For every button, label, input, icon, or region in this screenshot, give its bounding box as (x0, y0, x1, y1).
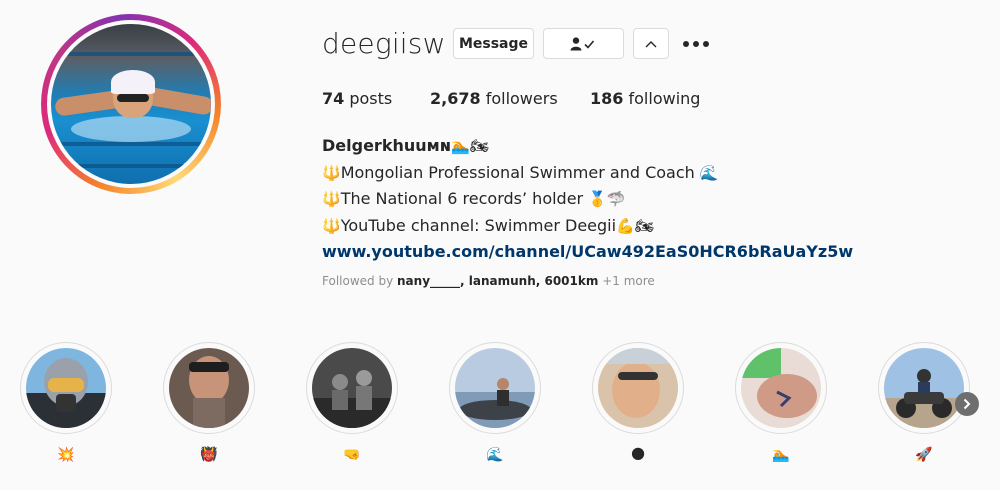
bio-line: 🔱The National 6 records’ holder 🥇🦈 (322, 189, 626, 208)
story-highlight[interactable]: 🌊 (449, 342, 541, 463)
profile-bio: Delgerkhuuᴍɴ🏊🏍 🔱Mongolian Professional S… (322, 133, 853, 265)
highlight-cover (26, 348, 106, 428)
chevron-up-icon (645, 40, 657, 47)
highlight-cover (169, 348, 249, 428)
highlight-label: 💥 (57, 447, 75, 463)
highlight-cover (598, 348, 678, 428)
following-count[interactable]: 186 following (590, 89, 700, 108)
story-highlight[interactable]: 👹 (163, 342, 255, 463)
highlight-label: 🤜 (343, 447, 361, 463)
story-highlight[interactable]: 🤜 (306, 342, 398, 463)
highlight-cover (884, 348, 964, 428)
story-highlight[interactable]: 🌑 (592, 342, 684, 463)
highlight-label: 🌊 (486, 447, 504, 463)
following-button[interactable] (543, 28, 624, 59)
highlight-cover (455, 348, 535, 428)
profile-avatar[interactable] (41, 14, 221, 194)
story-highlight[interactable]: 🏊 (735, 342, 827, 463)
person-check-icon (570, 36, 594, 50)
suggested-accounts-button[interactable] (633, 28, 669, 59)
story-highlight[interactable]: 💥 (20, 342, 112, 463)
bio-link[interactable]: www.youtube.com/channel/UCaw492EaS0HCR6b… (322, 242, 853, 261)
highlight-cover (312, 348, 392, 428)
highlight-label: 👹 (200, 447, 218, 463)
chevron-right-icon[interactable] (955, 392, 979, 416)
posts-count[interactable]: 74 posts (322, 89, 392, 108)
name-emoji: 🏊🏍 (451, 137, 489, 155)
highlight-label: 🏊 (772, 447, 790, 463)
bio-line: 🔱YouTube channel: Swimmer Deegii💪🏍 (322, 215, 654, 235)
username: deegiisw (322, 27, 446, 60)
more-options-icon[interactable] (683, 34, 711, 54)
message-button[interactable]: Message (453, 28, 534, 59)
full-name: Delgerkhuuᴍɴ (322, 136, 452, 155)
highlight-label: 🌑 (630, 447, 646, 463)
bio-line: 🔱Mongolian Professional Swimmer and Coac… (322, 162, 719, 182)
avatar-photo (51, 24, 211, 184)
highlight-label: 🚀 (915, 447, 933, 463)
highlight-cover (741, 348, 821, 428)
followed-by[interactable]: Followed by nany_____, lanamunh, 6001km … (322, 274, 655, 288)
followers-count[interactable]: 2,678 followers (430, 89, 558, 108)
